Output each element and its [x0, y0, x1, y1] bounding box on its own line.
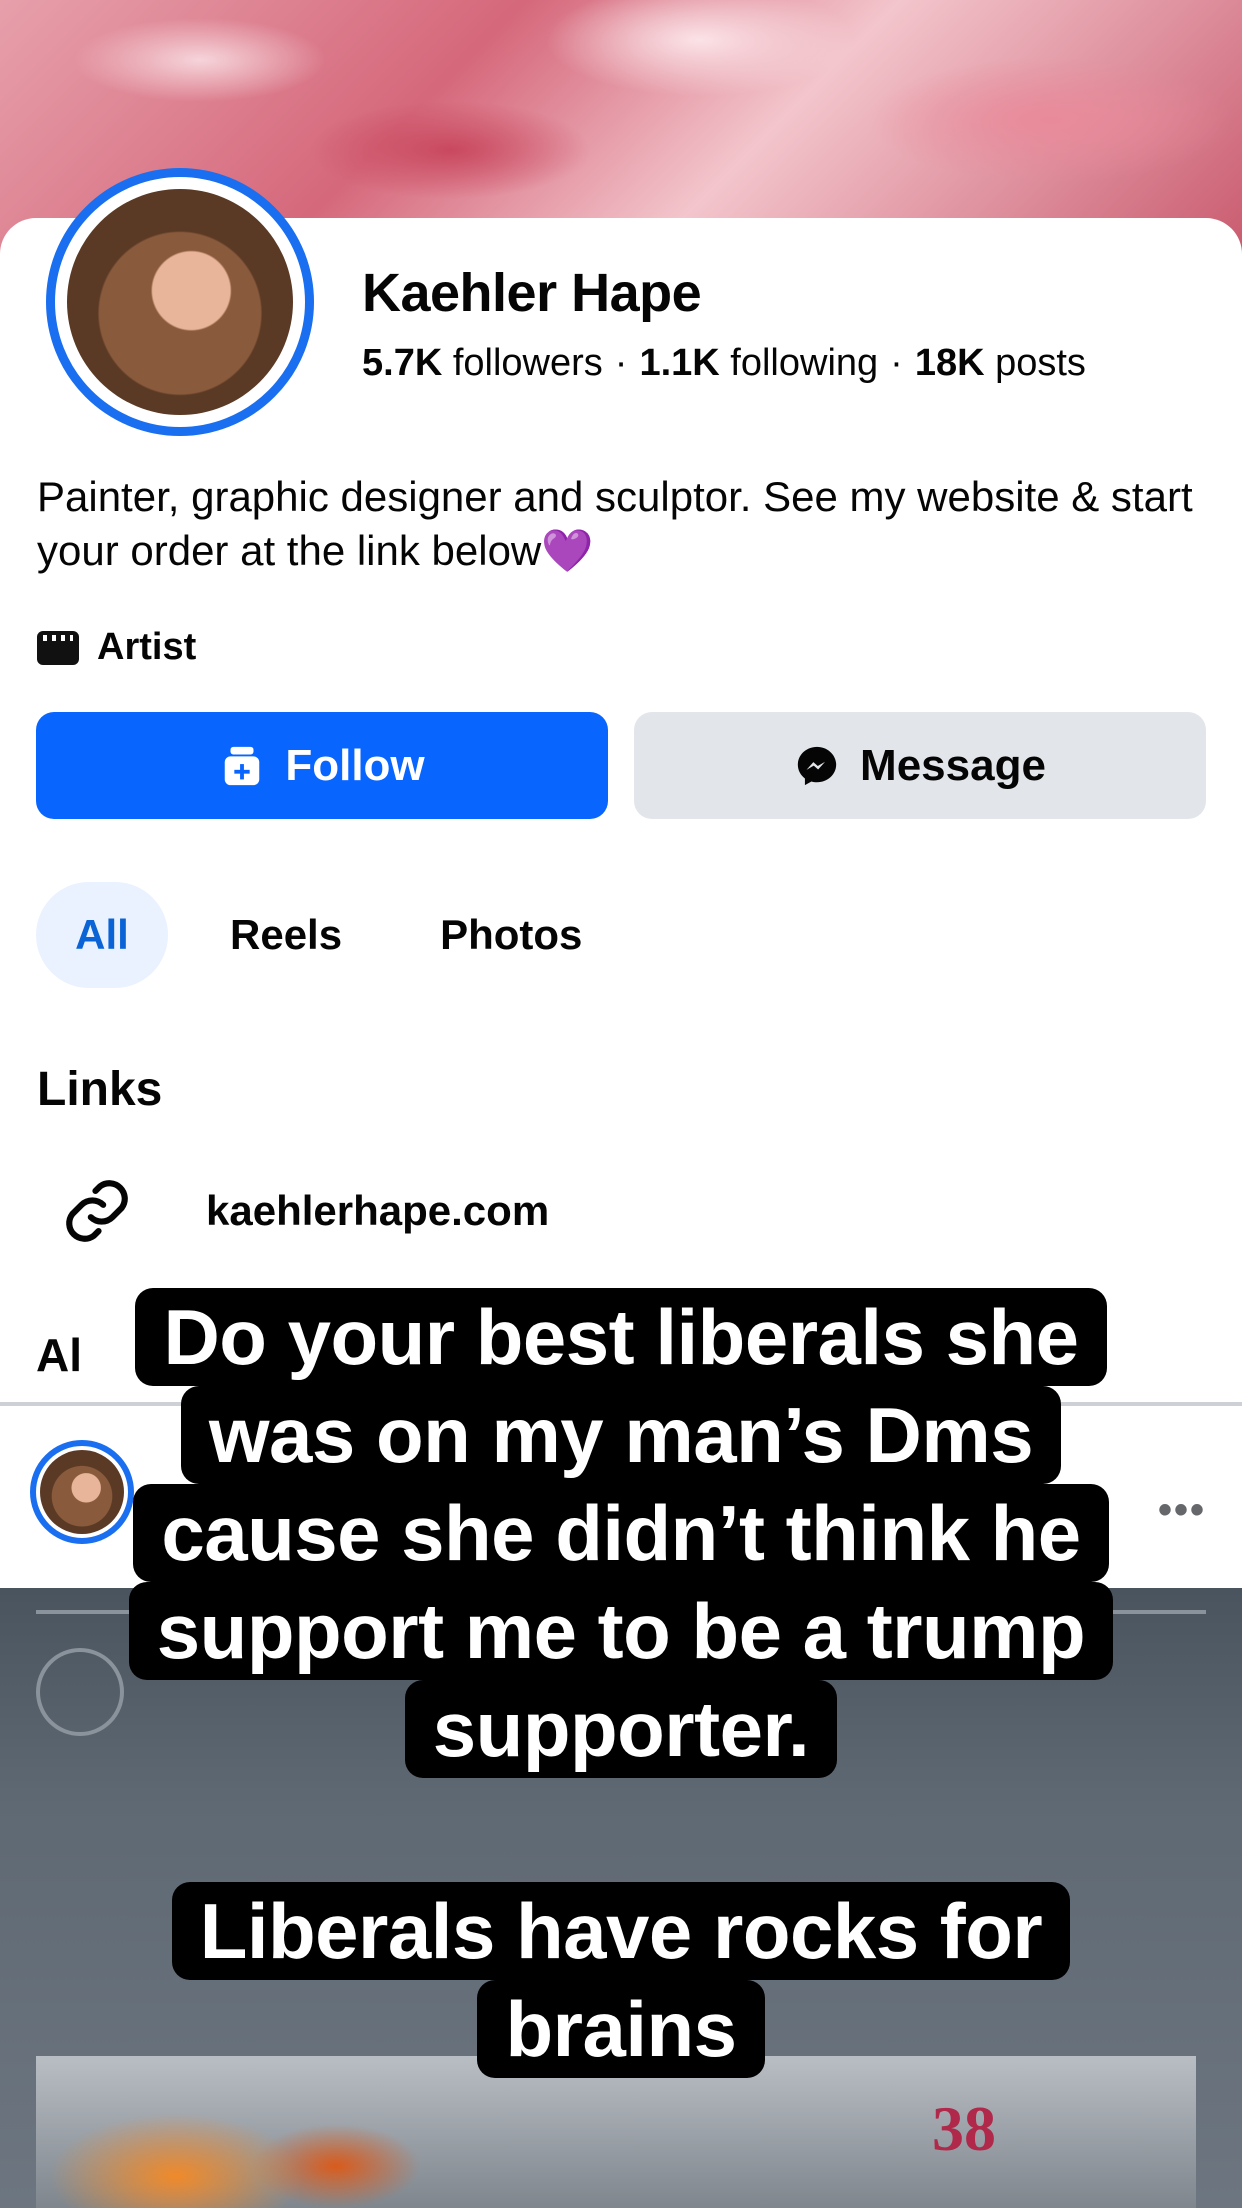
website-link[interactable]: kaehlerhape.com — [60, 1174, 549, 1248]
follow-icon — [225, 746, 260, 785]
tab-all[interactable]: All — [36, 882, 168, 988]
caption-line: was on my man’s Dms — [180, 1386, 1062, 1484]
link-icon — [66, 1180, 128, 1242]
caption-line: Liberals have rocks for — [171, 1882, 1071, 1980]
profile-stats: 5.7K followers · 1.1K following · 18K posts — [362, 342, 1086, 385]
posts-label: posts — [995, 342, 1086, 384]
profile-tabs: All Reels Photos — [36, 882, 582, 988]
message-label: Message — [860, 740, 1046, 790]
clapperboard-icon — [37, 630, 79, 665]
profile-bio: Painter, graphic designer and sculptor. … — [37, 473, 1193, 574]
links-heading: Links — [37, 1063, 163, 1116]
separator: · — [890, 342, 903, 384]
category-label: Artist — [97, 626, 197, 668]
profile-category: Artist — [37, 626, 196, 669]
post-photo[interactable] — [36, 2056, 1196, 2208]
caption-line: brains — [477, 1980, 765, 2078]
follow-label: Follow — [285, 740, 425, 790]
followers-count: 5.7K — [362, 342, 443, 384]
tab-photos[interactable]: Photos — [440, 911, 582, 959]
separator: · — [614, 342, 628, 384]
caption-line: support me to be a trump — [128, 1582, 1114, 1680]
caption-line: cause she didn’t think he — [133, 1484, 1109, 1582]
messenger-icon — [797, 746, 837, 785]
avatar-image — [67, 189, 293, 415]
follow-button[interactable]: Follow — [36, 712, 608, 819]
following-count: 1.1K — [639, 342, 720, 384]
posts-count: 18K — [914, 342, 985, 384]
message-button[interactable]: Message — [634, 712, 1206, 819]
caption-overlay: Do your best liberals she was on my man’… — [0, 1288, 1242, 1778]
followers-label: followers — [452, 342, 603, 384]
caption-line: supporter. — [404, 1680, 838, 1778]
following-link[interactable]: 1.1K following — [639, 342, 878, 384]
caption-overlay-2: Liberals have rocks for brains — [0, 1882, 1242, 2078]
photo-number: 38 — [932, 2093, 996, 2164]
following-label: following — [730, 342, 879, 384]
caption-line: Do your best liberals she — [135, 1288, 1107, 1386]
website-link-text: kaehlerhape.com — [206, 1187, 550, 1234]
profile-name: Kaehler Hape — [362, 263, 702, 323]
posts-stat: 18K posts — [915, 342, 1086, 384]
followers-link[interactable]: 5.7K followers — [362, 342, 603, 384]
profile-avatar[interactable] — [46, 168, 314, 436]
tab-reels[interactable]: Reels — [230, 911, 342, 959]
